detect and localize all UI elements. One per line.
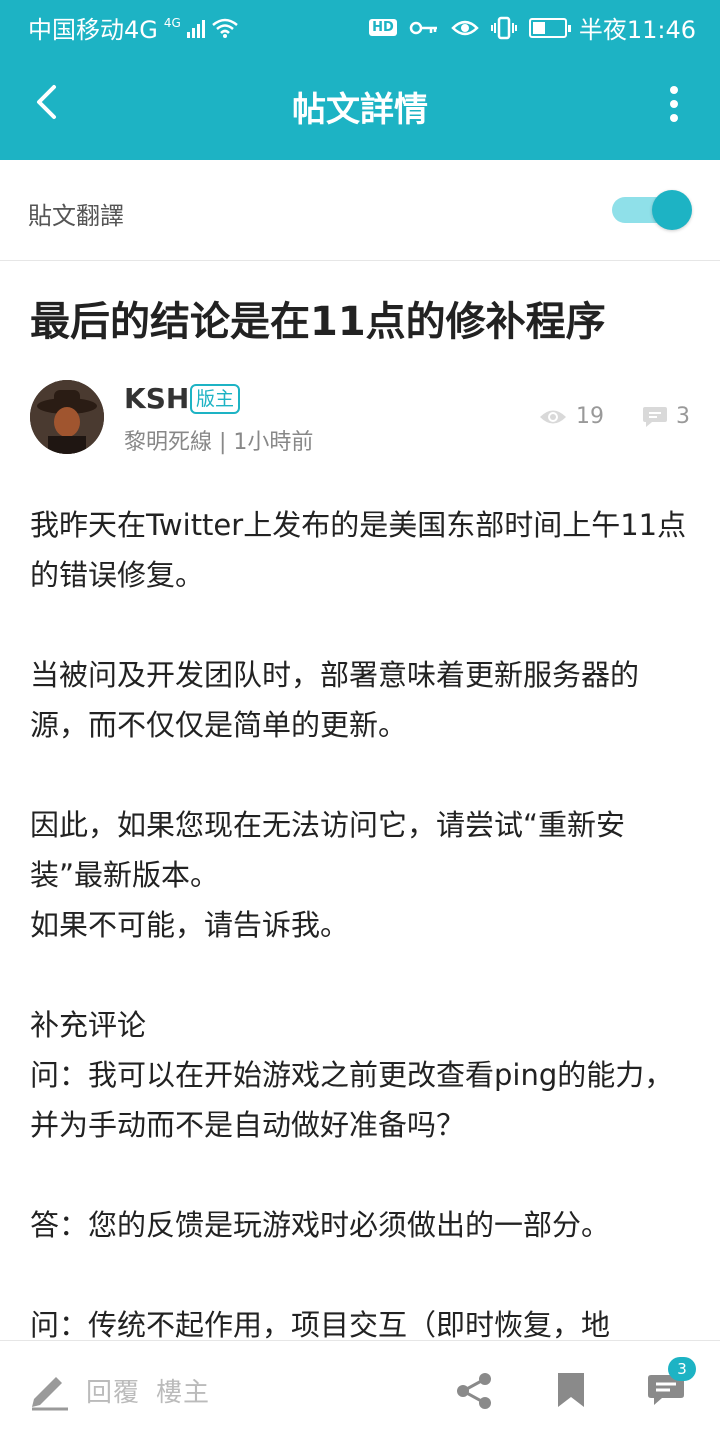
moderator-badge: 版主 <box>190 384 241 414</box>
reply-button[interactable]: 回覆 樓主 <box>28 1369 210 1411</box>
translate-toggle[interactable] <box>612 190 692 230</box>
bookmark-icon <box>558 1373 584 1407</box>
top-bar: 中国移动4G 4G HD 半夜11:46 帖文詳情 <box>0 0 720 160</box>
post-body: 我昨天在Twitter上发布的是美国东部时间上午11点的错误修复。 当被问及开发… <box>30 500 690 1340</box>
network-tag: 4G <box>163 15 181 30</box>
author-row: KSH 版主 黎明死線 | 1小時前 19 3 <box>30 380 690 456</box>
toggle-knob <box>652 190 692 230</box>
more-options-button[interactable] <box>662 80 686 128</box>
signal-icon <box>186 18 205 38</box>
avatar-image <box>30 380 104 454</box>
status-bar: 中国移动4G 4G HD 半夜11:46 <box>0 0 720 50</box>
more-dot-icon <box>670 114 678 122</box>
pencil-icon <box>32 1377 68 1411</box>
eye-icon <box>540 410 566 423</box>
comment-count-badge: 3 <box>668 1357 696 1381</box>
view-count: 19 <box>576 404 604 429</box>
post-stats: 19 3 <box>538 404 690 429</box>
hd-icon: HD <box>369 19 397 36</box>
battery-icon <box>528 17 571 38</box>
bottom-bar: 回覆 樓主 3 <box>0 1340 720 1440</box>
bookmark-button[interactable] <box>556 1371 586 1413</box>
reply-target: 樓主 <box>156 1377 211 1408</box>
post-paragraph: 我昨天在Twitter上发布的是美国东部时间上午11点的错误修复。 <box>30 508 687 592</box>
eye-icon <box>451 20 479 35</box>
key-icon <box>409 21 437 34</box>
post-paragraph: 补充评论 <box>30 1008 147 1042</box>
post-title: 最后的结论是在11点的修补程序 <box>30 299 606 345</box>
post-paragraph: 问：我可以在开始游戏之前更改查看ping的能力，并为手动而不是自动做好准备吗？ <box>30 1058 674 1142</box>
comment-icon <box>643 406 667 427</box>
avatar[interactable] <box>30 380 104 454</box>
post-paragraph: 问：传统不起作用，项目交互（即时恢复，地 <box>30 1308 611 1340</box>
more-dot-icon <box>670 100 678 108</box>
share-button[interactable] <box>454 1371 494 1415</box>
share-icon <box>457 1373 491 1409</box>
translate-row: 貼文翻譯 <box>0 160 720 261</box>
status-time: 半夜11:46 <box>578 16 696 44</box>
post-paragraph: 因此，如果您现在无法访问它，请尝试“重新安装”最新版本。 <box>30 808 626 892</box>
carrier-label: 中国移动4G <box>28 16 158 44</box>
reply-label: 回覆 <box>86 1377 141 1408</box>
post-paragraph: 当被问及开发团队时，部署意味着更新服务器的源，而不仅仅是简单的更新。 <box>30 658 640 742</box>
author-subtitle: 黎明死線 | 1小時前 <box>124 430 314 455</box>
page-title: 帖文詳情 <box>292 90 428 130</box>
post-paragraph: 如果不可能，请告诉我。 <box>30 908 350 942</box>
post-paragraph: 答：您的反馈是玩游戏时必须做出的一部分。 <box>30 1208 611 1242</box>
more-dot-icon <box>670 86 678 94</box>
translate-label: 貼文翻譯 <box>28 202 124 230</box>
author-name[interactable]: KSH <box>124 382 189 415</box>
wifi-icon <box>212 18 238 38</box>
vibrate-icon <box>490 16 517 39</box>
comment-count: 3 <box>676 404 690 429</box>
app-bar: 帖文詳情 <box>0 50 720 160</box>
